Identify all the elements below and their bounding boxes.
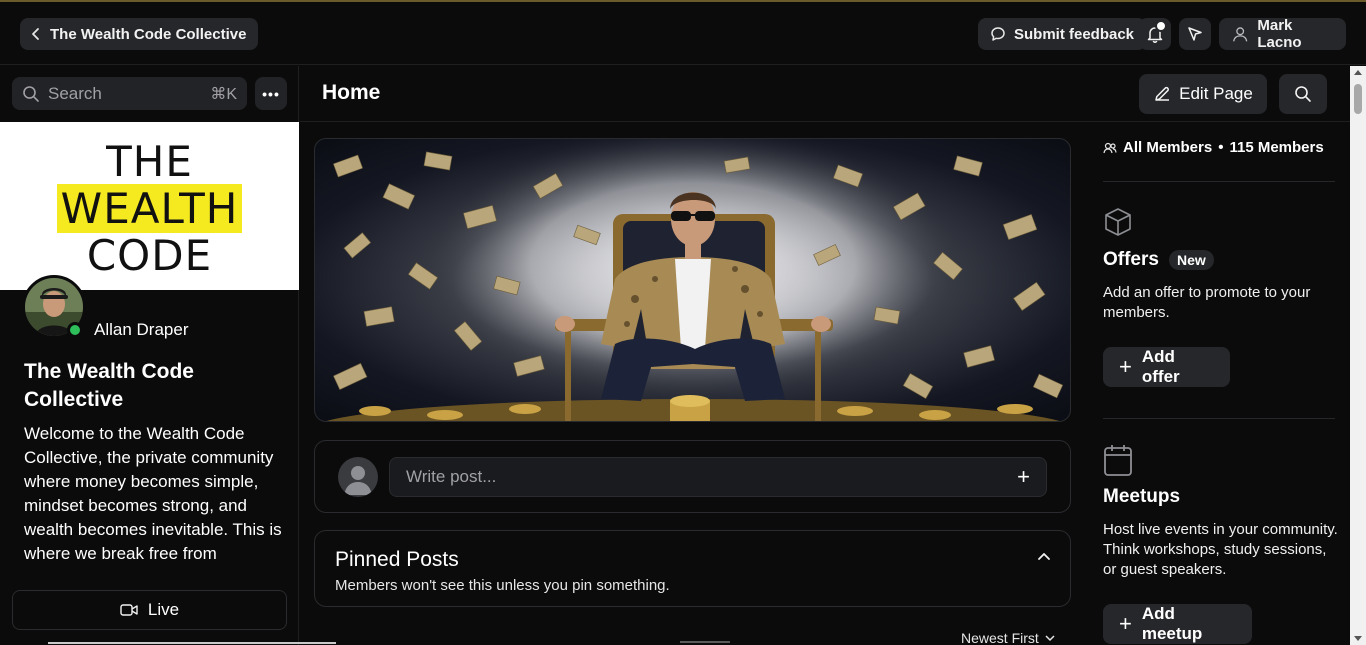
online-status-dot: [67, 322, 83, 338]
edit-page-button[interactable]: Edit Page: [1139, 74, 1267, 114]
plus-icon: +: [1119, 354, 1132, 379]
community-title: The Wealth Code Collective: [24, 360, 194, 411]
submit-feedback-button[interactable]: Submit feedback: [978, 18, 1147, 50]
hero-image: [314, 138, 1071, 422]
search-icon: [1295, 86, 1311, 102]
calendar-icon: [1104, 445, 1132, 476]
user-name: Mark Lacno: [1257, 17, 1302, 51]
members-link[interactable]: All Members • 115 Members: [1103, 139, 1324, 156]
members-count: 115 Members: [1229, 139, 1324, 156]
edit-page-label: Edit Page: [1179, 84, 1253, 103]
back-to-community-button[interactable]: The Wealth Code Collective: [20, 18, 259, 50]
feed-scroll-indicator: [680, 641, 730, 643]
page-scrollbar[interactable]: [1350, 66, 1366, 645]
pinned-posts-title: Pinned Posts: [335, 548, 459, 571]
scroll-down-arrow[interactable]: [1354, 636, 1362, 641]
pinned-posts-card[interactable]: Pinned Posts Members won't see this unle…: [314, 530, 1071, 607]
messages-button[interactable]: [1179, 18, 1211, 50]
add-meetup-button[interactable]: + Add meetup: [1103, 604, 1252, 644]
meetups-description: Host live events in your community. Thin…: [1103, 521, 1338, 578]
feedback-label: Submit feedback: [1014, 25, 1135, 43]
plus-icon: +: [1119, 611, 1132, 636]
scroll-up-arrow[interactable]: [1354, 70, 1362, 75]
notification-dot: [1155, 20, 1167, 32]
sidebar: Search ⌘K ••• THE WEALTH CODE Allan Drap…: [0, 66, 336, 645]
page-title: Home: [322, 81, 381, 104]
all-members-label: All Members: [1123, 139, 1213, 156]
community-banner: THE WEALTH CODE: [0, 122, 299, 290]
notifications-button[interactable]: [1139, 18, 1171, 50]
plus-icon[interactable]: +: [1017, 464, 1030, 490]
live-button[interactable]: Live: [12, 590, 287, 630]
offers-description: Add an offer to promote to your members.: [1103, 284, 1311, 321]
write-post-placeholder: Write post...: [406, 467, 497, 486]
header-search-button[interactable]: [1279, 74, 1327, 114]
user-icon: [1233, 27, 1248, 42]
pencil-icon: [1155, 86, 1170, 101]
more-options-button[interactable]: •••: [255, 77, 287, 110]
pinned-posts-subtitle: Members won't see this unless you pin so…: [335, 577, 670, 594]
search-icon: [23, 85, 39, 102]
community-name: The Wealth Code Collective: [50, 25, 247, 43]
sidebar-search-input[interactable]: Search ⌘K: [12, 77, 247, 110]
write-post-input[interactable]: Write post... +: [389, 457, 1047, 497]
members-icon: [1103, 142, 1117, 153]
meetups-title: Meetups: [1103, 486, 1181, 507]
chevron-down-icon: [1045, 635, 1055, 642]
chevron-up-icon[interactable]: [1037, 551, 1051, 561]
chevron-left-icon: [32, 28, 39, 40]
banner-line-2: WEALTH: [56, 183, 243, 233]
add-offer-button[interactable]: + Add offer: [1103, 347, 1230, 387]
user-icon: [344, 466, 372, 495]
sidebar-scroll-indicator: [48, 642, 336, 644]
user-menu-button[interactable]: Mark Lacno: [1219, 17, 1346, 51]
banner-line-3: CODE: [86, 230, 213, 280]
top-bar: The Wealth Code Collective Submit feedba…: [0, 2, 1366, 65]
current-user-avatar: [338, 457, 378, 497]
ellipsis-icon: •••: [262, 85, 280, 102]
send-icon: [1188, 27, 1202, 41]
box-icon: [1105, 208, 1131, 236]
right-divider: [1103, 418, 1335, 419]
offers-title: Offers New: [1103, 249, 1214, 271]
hero-illustration: [326, 139, 1064, 421]
add-meetup-label: Add meetup: [1141, 604, 1203, 643]
write-post-card: Write post... +: [314, 440, 1071, 513]
search-placeholder: Search: [48, 83, 102, 103]
feedback-icon: [991, 27, 1005, 41]
right-divider: [1103, 181, 1335, 182]
offers-title-text: Offers: [1103, 249, 1159, 270]
sort-dropdown[interactable]: Newest First: [961, 630, 1055, 645]
live-label: Live: [147, 600, 180, 619]
scrollbar-thumb[interactable]: [1354, 84, 1362, 114]
main-header: Home Edit Page: [300, 66, 1350, 122]
new-badge: New: [1168, 250, 1214, 270]
owner-name[interactable]: Allan Draper: [94, 320, 189, 340]
add-offer-label: Add offer: [1141, 347, 1180, 386]
sort-label: Newest First: [961, 630, 1039, 645]
community-description: Welcome to the Wealth Code Collective, t…: [24, 424, 282, 563]
video-camera-icon: [120, 604, 138, 616]
banner-line-1: THE: [106, 136, 193, 186]
separator-dot: •: [1218, 139, 1224, 156]
search-shortcut: ⌘K: [210, 85, 237, 103]
